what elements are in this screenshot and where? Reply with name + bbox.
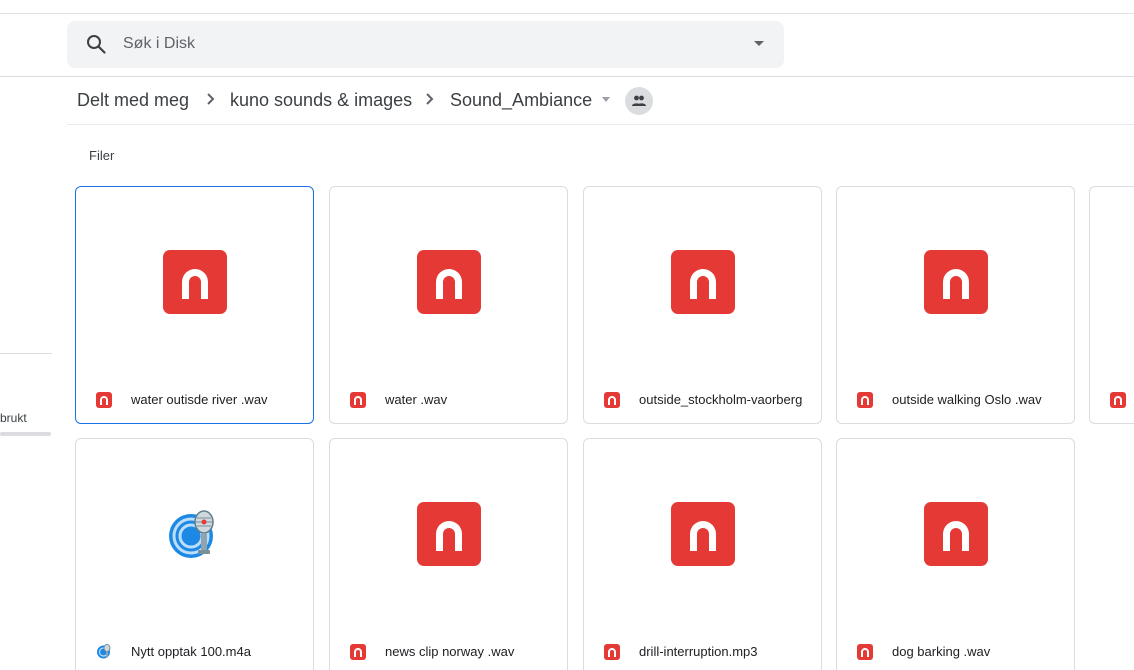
audio-file-preview-icon xyxy=(417,250,481,314)
header-divider xyxy=(0,76,1134,77)
breadcrumb-divider xyxy=(67,124,1134,125)
search-options-dropdown-icon[interactable] xyxy=(754,41,764,46)
microphone-preview-icon xyxy=(163,502,227,566)
file-name: dog barking .wav xyxy=(892,644,991,659)
audio-file-icon xyxy=(1110,392,1126,408)
file-card[interactable]: water .wav xyxy=(329,186,568,424)
folder-menu-dropdown-icon[interactable] xyxy=(602,97,610,102)
file-name: water outisde river .wav xyxy=(131,392,268,407)
file-name: news clip norway .wav xyxy=(385,644,515,659)
search-bar[interactable]: Søk i Disk xyxy=(67,21,784,68)
file-name: Nytt opptak 100.m4a xyxy=(131,644,251,659)
audio-file-icon xyxy=(96,392,112,408)
file-name: drill-interruption.mp3 xyxy=(639,644,758,659)
file-card[interactable]: water outisde river .wav xyxy=(75,186,314,424)
audio-file-icon xyxy=(857,392,873,408)
audio-file-icon xyxy=(350,644,366,660)
audio-file-icon xyxy=(604,392,620,408)
microphone-file-icon xyxy=(96,643,113,660)
chevron-right-icon xyxy=(423,91,437,107)
search-icon[interactable] xyxy=(85,33,107,55)
file-card[interactable]: Nytt opptak 100.m4a xyxy=(75,438,314,670)
file-card[interactable]: news clip norway .wav xyxy=(329,438,568,670)
audio-file-icon xyxy=(350,392,366,408)
file-card[interactable]: outside walking Oslo .wav xyxy=(836,186,1075,424)
audio-file-preview-icon xyxy=(417,502,481,566)
audio-file-preview-icon xyxy=(924,250,988,314)
audio-file-icon xyxy=(857,644,873,660)
search-input[interactable]: Søk i Disk xyxy=(123,35,195,53)
top-border xyxy=(0,13,1134,14)
audio-file-preview-icon xyxy=(163,250,227,314)
breadcrumb-shared-with-me[interactable]: Delt med meg xyxy=(77,90,189,111)
file-card[interactable]: dog barking .wav xyxy=(836,438,1075,670)
breadcrumb-sound-ambiance[interactable]: Sound_Ambiance xyxy=(450,90,592,111)
shared-people-icon[interactable] xyxy=(625,87,653,115)
audio-file-icon xyxy=(604,644,620,660)
file-name: water .wav xyxy=(385,392,448,407)
storage-usage-label: brukt xyxy=(0,411,27,425)
file-card[interactable]: drill-interruption.mp3 xyxy=(583,438,822,670)
files-section-label: Filer xyxy=(89,148,115,163)
sidebar-divider xyxy=(0,353,52,354)
audio-file-preview-icon xyxy=(671,502,735,566)
file-card[interactable] xyxy=(1089,186,1134,424)
audio-file-preview-icon xyxy=(924,502,988,566)
audio-file-preview-icon xyxy=(671,250,735,314)
storage-usage-bar xyxy=(0,432,51,436)
breadcrumb-kuno-sounds[interactable]: kuno sounds & images xyxy=(230,90,412,111)
file-name: outside_stockholm-vaorberg xyxy=(639,392,803,407)
file-card[interactable]: outside_stockholm-vaorberg xyxy=(583,186,822,424)
chevron-right-icon xyxy=(204,91,218,107)
file-name: outside walking Oslo .wav xyxy=(892,392,1042,407)
